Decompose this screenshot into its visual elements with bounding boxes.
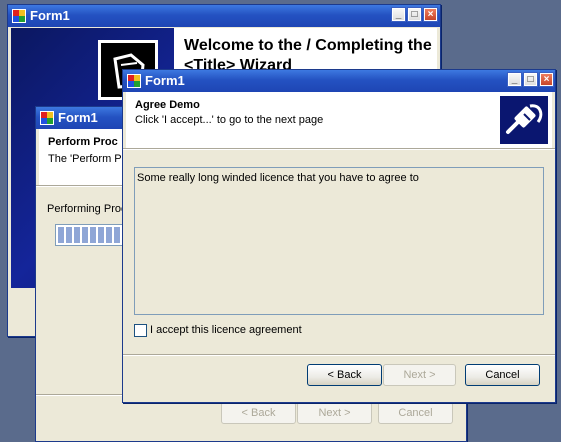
maximize-button[interactable]: □ [407, 7, 422, 22]
app-icon [40, 111, 54, 125]
minimize-button[interactable]: _ [391, 7, 406, 22]
app-icon [127, 74, 141, 88]
app-icon [12, 9, 26, 23]
header-divider [123, 148, 555, 150]
next-button[interactable]: Next > [297, 402, 372, 424]
licence-textbox[interactable]: Some really long winded licence that you… [134, 167, 544, 315]
licence-text: Some really long winded licence that you… [137, 172, 419, 184]
window-title: Form1 [145, 73, 185, 88]
titlebar[interactable]: Form1 _ □ × [123, 70, 555, 92]
close-button[interactable]: × [539, 72, 554, 87]
maximize-button[interactable]: □ [523, 72, 538, 87]
header-title: Agree Demo [135, 99, 200, 111]
next-button[interactable]: Next > [383, 364, 456, 386]
header-image [500, 96, 548, 144]
header-subtitle: Click 'I accept...' to go to the next pa… [135, 114, 324, 126]
cancel-button[interactable]: Cancel [465, 364, 540, 386]
header-panel: Agree Demo Click 'I accept...' to go to … [126, 92, 552, 148]
cancel-button[interactable]: Cancel [378, 402, 453, 424]
back-button-label: < Back [327, 369, 362, 381]
window-title: Form1 [58, 110, 98, 125]
titlebar[interactable]: Form1 _ □ × [8, 5, 440, 27]
accept-checkbox[interactable] [134, 324, 147, 337]
window-agree-demo: Form1 _ □ × Agree Demo Click 'I accept..… [122, 69, 556, 403]
close-button[interactable]: × [423, 7, 438, 22]
back-button[interactable]: < Back [221, 402, 296, 424]
header-subtitle: The 'Perform Pr [48, 153, 126, 165]
minimize-button[interactable]: _ [507, 72, 522, 87]
accept-checkbox-label[interactable]: I accept this licence agreement [150, 324, 302, 336]
progress-label: Performing Proc [47, 203, 127, 215]
window-title: Form1 [30, 8, 70, 23]
network-cable-icon [506, 104, 543, 134]
footer-divider [123, 354, 555, 356]
back-button[interactable]: < Back [307, 364, 382, 386]
header-title: Perform Proc [48, 136, 118, 148]
